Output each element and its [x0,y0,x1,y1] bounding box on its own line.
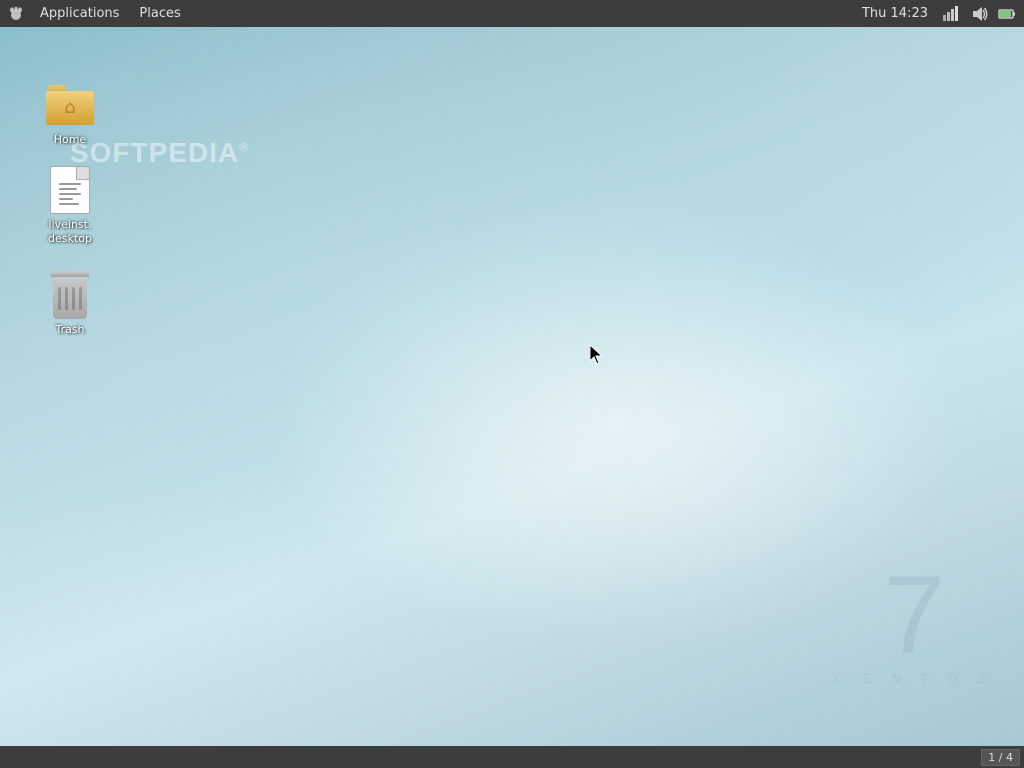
liveinst-file-icon[interactable]: liveinst. desktop [30,162,110,251]
volume-icon[interactable] [968,0,990,27]
gnome-foot-icon[interactable] [6,4,26,24]
places-menu[interactable]: Places [129,0,190,27]
centos-logo: 7 C E N T O S [834,561,994,686]
trash-label: Trash [55,323,84,337]
trash-image [46,271,94,319]
liveinst-file-image [46,166,94,214]
bottom-panel: 1 / 4 [0,746,1024,768]
applications-menu[interactable]: Applications [30,0,129,27]
home-folder-label: Home [54,133,86,147]
panel-left: Applications Places [0,0,191,27]
liveinst-file-label: liveinst. desktop [48,218,92,247]
desktop: SOFTPEDIA® ⌂ Home [0,27,1024,746]
clock-display[interactable]: Thu 14:23 [856,0,934,27]
panel-right: Thu 14:23 [856,0,1024,27]
home-folder-icon[interactable]: ⌂ Home [30,77,110,151]
centos-version-number: 7 [834,561,994,671]
battery-icon[interactable] [996,0,1018,27]
centos-brand-text: C E N T O S [834,671,994,686]
network-icon[interactable] [940,0,962,27]
top-panel: Applications Places Thu 14:23 [0,0,1024,27]
mouse-cursor [590,345,604,369]
trash-icon[interactable]: Trash [30,267,110,341]
workspace-switcher[interactable]: 1 / 4 [981,749,1020,766]
home-folder-image: ⌂ [46,81,94,129]
